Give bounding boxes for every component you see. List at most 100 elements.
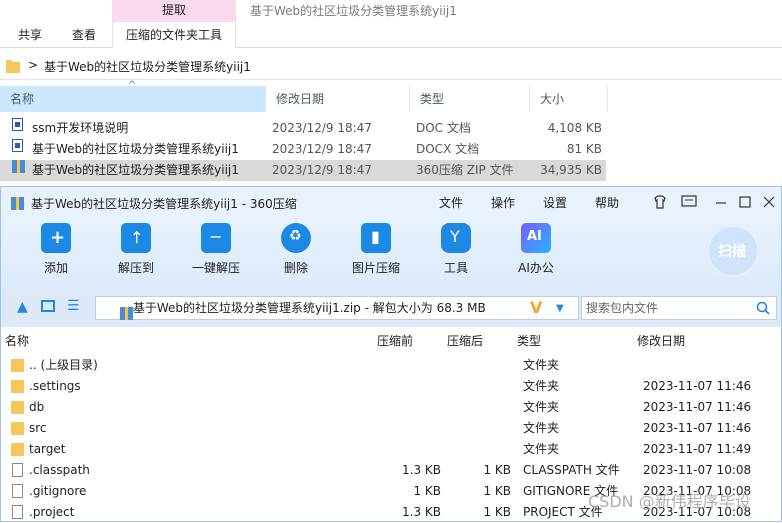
feedback-icon[interactable] [681,195,697,209]
breadcrumb-separator: > [28,58,39,72]
tab-extract-context[interactable]: 提取 [112,0,236,22]
archive-row-name: .gitignore [29,484,87,498]
delete-button[interactable]: ♻ 删除 [261,223,331,276]
window-title: 基于Web的社区垃圾分类管理系统yiij1 [250,4,457,18]
maximize-icon[interactable] [738,195,752,209]
folder-icon [11,443,24,456]
ai-office-button[interactable]: AI AI办公 [501,223,571,276]
minimize-icon[interactable] [714,195,728,209]
archive-row-date: 2023-11-07 11:46 [643,421,752,435]
archive-row-after: 1 KB [483,463,511,477]
scan-label: 扫描 [718,244,746,260]
add-button[interactable]: + 添加 [21,223,91,276]
tab-compressed-folder-tools[interactable]: 压缩的文件夹工具 [112,22,236,48]
folder-icon [11,401,24,414]
view-list-icon[interactable]: ☰ [67,298,80,314]
up-arrow-icon[interactable]: ▲ [17,299,28,315]
tools-button[interactable]: Y 工具 [421,223,491,276]
scan-button[interactable]: 扫描 [707,225,759,277]
archive-row[interactable]: .classpath 1.3 KB 1 KB CLASSPATH 文件 2023-11-… [1,460,781,481]
tab-view[interactable]: 查看 [72,22,96,48]
folder-icon [11,359,24,372]
tools-icon: Y [441,223,471,253]
address-bar[interactable]: > 基于Web的社区垃圾分类管理系统yiij1 [0,52,782,80]
one-click-extract-button[interactable]: − 一键解压 [181,223,251,276]
breadcrumb-path[interactable]: 基于Web的社区垃圾分类管理系统yiij1 [44,58,251,75]
folder-icon [11,422,24,435]
archive-row-name: .settings [29,379,81,393]
menu-help[interactable]: 帮助 [595,194,619,211]
archive-row-date: 2023-11-07 11:46 [643,379,752,393]
folder-icon [11,380,24,393]
file-name: 基于Web的社区垃圾分类管理系统yiij1 [32,142,239,156]
archive-row[interactable]: src 文件夹 2023-11-07 11:46 [1,418,781,439]
delete-label: 删除 [283,261,308,275]
archive-row-before: 1.3 KB [402,463,441,477]
dropdown-arrow-icon[interactable]: ▼ [556,298,564,320]
column-size[interactable]: 大小 [530,86,608,112]
archive-row-date: 2023-11-07 10:08 [643,463,752,477]
file-name: 基于Web的社区垃圾分类管理系统yiij1 [32,163,239,177]
view-thumbnail-icon[interactable] [41,300,55,312]
archive-row[interactable]: target 文件夹 2023-11-07 11:49 [1,439,781,460]
word-doc-icon [12,118,23,131]
archive-toolbar: + 添加 ↑ 解压到 − 一键解压 ♻ 删除 ▮ 图片压缩 Y 工具 AI AI… [1,217,781,289]
column-date[interactable]: 修改日期 [266,86,410,112]
file-size: 81 KB [566,142,602,156]
word-docx-icon [12,139,23,152]
recycle-icon: ♻ [281,223,311,253]
menu-file[interactable]: 文件 [439,194,463,211]
search-icon[interactable] [756,301,770,315]
sort-up-icon: ^ [128,80,137,91]
col-date[interactable]: 修改日期 [637,331,685,351]
file-row[interactable]: 基于Web的社区垃圾分类管理系统yiij1 2023/12/9 18:47 DO… [0,139,606,160]
extract-to-button[interactable]: ↑ 解压到 [101,223,171,276]
archive-row-date: 2023-11-07 11:49 [643,442,752,456]
image-compress-button[interactable]: ▮ 图片压缩 [341,223,411,276]
menu-settings[interactable]: 设置 [543,194,567,211]
tools-label: 工具 [443,261,468,275]
v-logo-icon[interactable]: V [530,297,542,319]
file-row[interactable]: ssm开发环境说明 2023/12/9 18:47 DOC 文档 4,108 K… [0,118,606,139]
folder-icon [6,60,20,73]
archive-row-type: 文件夹 [523,421,560,435]
search-placeholder: 搜索包内文件 [586,301,659,315]
ribbon-top-strip: 提取 基于Web的社区垃圾分类管理系统yiij1 [0,0,782,22]
image-compress-label: 图片压缩 [351,261,400,275]
shirt-skin-icon[interactable] [652,194,668,210]
file-row-selected[interactable]: 基于Web的社区垃圾分类管理系统yiij1 2023/12/9 18:47 36… [0,160,606,181]
menu-operate[interactable]: 操作 [491,194,515,211]
archive-row[interactable]: .. (上级目录) 文件夹 [1,355,781,376]
archive-row-before: 1 KB [413,484,441,498]
archive-window: 基于Web的社区垃圾分类管理系统yiij1 - 360压缩 文件 操作 设置 帮… [0,186,782,522]
archive-path-field[interactable]: 基于Web的社区垃圾分类管理系统yiij1.zip - 解包大小为 68.3 M… [95,296,579,320]
archive-row-name: .project [29,505,75,519]
col-before[interactable]: 压缩前 [377,331,413,351]
archive-row[interactable]: .settings 文件夹 2023-11-07 11:46 [1,376,781,397]
archive-row-name: src [29,421,47,435]
archive-row-type: CLASSPATH 文件 [523,463,620,477]
zip-archive-icon [12,160,25,173]
file-size: 4,108 KB [547,121,602,135]
file-date: 2023/12/9 18:47 [272,142,372,156]
col-after[interactable]: 压缩后 [447,331,483,351]
file-icon [12,505,23,519]
extract-to-label: 解压到 [117,261,154,275]
archive-column-header: 名称 压缩前 压缩后 类型 修改日期 [1,331,781,351]
close-icon[interactable] [762,195,776,209]
file-icon [12,463,23,477]
archive-row-after: 1 KB [483,505,511,519]
archive-row[interactable]: db 文件夹 2023-11-07 11:46 [1,397,781,418]
col-name[interactable]: 名称 [5,331,29,351]
file-type: DOC 文档 [416,121,471,135]
archive-row-type: 文件夹 [523,379,560,393]
explorer-column-header: 名称 ^ 修改日期 类型 大小 [0,80,610,112]
file-date: 2023/12/9 18:47 [272,121,372,135]
column-type[interactable]: 类型 [410,86,530,112]
ai-icon: AI [521,223,551,253]
archive-titlebar: 基于Web的社区垃圾分类管理系统yiij1 - 360压缩 文件 操作 设置 帮… [1,187,781,217]
col-type[interactable]: 类型 [517,331,541,351]
ribbon-tabs: 共享 查看 压缩的文件夹工具 [0,22,782,48]
archive-search-input[interactable]: 搜索包内文件 [581,296,777,320]
tab-share[interactable]: 共享 [18,22,42,48]
